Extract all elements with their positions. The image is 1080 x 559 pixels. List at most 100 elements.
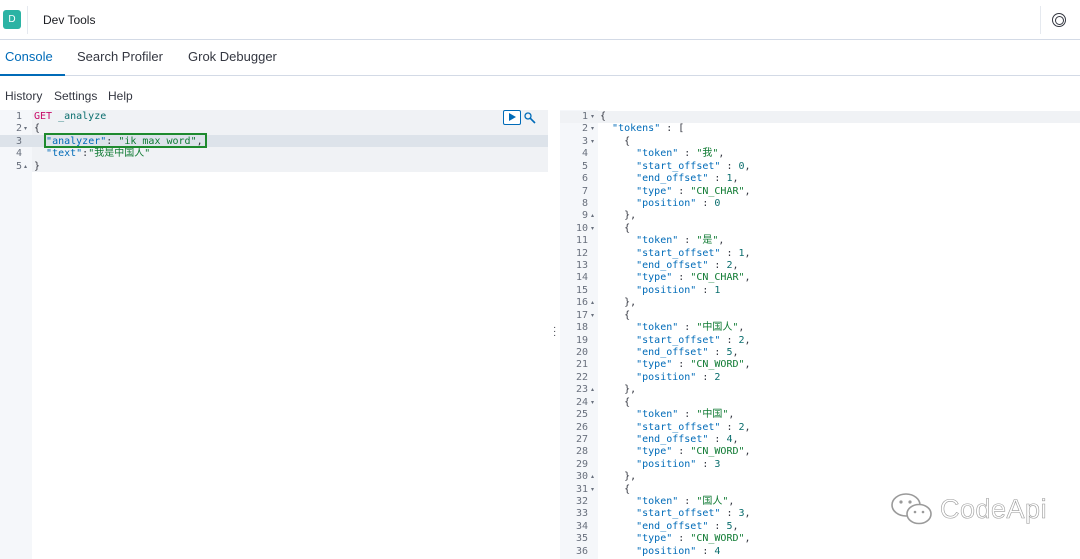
line-number: 11: [575, 235, 588, 247]
line-number: 1: [581, 111, 588, 122]
line-number: 25: [575, 409, 588, 421]
line-number: 15: [575, 284, 588, 296]
code-line[interactable]: "start_offset" : 2,: [600, 335, 750, 347]
code-line[interactable]: "token" : "国人",: [600, 496, 734, 508]
code-line[interactable]: "position" : 3: [600, 459, 720, 471]
app-avatar[interactable]: D: [3, 10, 21, 29]
fold-collapse-icon[interactable]: ▾: [591, 397, 594, 409]
code-line[interactable]: "end_offset" : 5,: [600, 347, 738, 359]
code-line[interactable]: "end_offset" : 5,: [600, 521, 738, 533]
code-line[interactable]: "end_offset" : 4,: [600, 434, 738, 446]
tab-search-profiler[interactable]: Search Profiler: [77, 49, 163, 64]
fold-collapse-icon[interactable]: ▾: [24, 123, 27, 135]
code-line[interactable]: "type" : "CN_WORD",: [600, 446, 750, 458]
fold-collapse-icon[interactable]: ▾: [591, 111, 594, 123]
settings-link[interactable]: Settings: [54, 89, 97, 103]
code-line[interactable]: "start_offset" : 1,: [600, 248, 750, 260]
watermark: CodeApi: [890, 492, 1047, 526]
fold-collapse-icon[interactable]: ▾: [591, 223, 594, 235]
fold-expand-icon[interactable]: ▴: [591, 297, 594, 309]
code-line[interactable]: "start_offset" : 2,: [600, 422, 750, 434]
line-number: 16: [575, 297, 588, 309]
line-number: 6: [581, 173, 588, 185]
annotation-highlight-box: [44, 133, 207, 148]
code-line[interactable]: "type" : "CN_CHAR",: [600, 272, 750, 284]
code-line[interactable]: GET _analyze: [34, 111, 106, 123]
code-line[interactable]: {: [600, 223, 630, 235]
code-line[interactable]: },: [600, 471, 636, 483]
code-line[interactable]: "end_offset" : 1,: [600, 173, 738, 185]
line-number: 28: [575, 446, 588, 458]
line-number: 1: [15, 111, 22, 122]
line-number: 23: [575, 384, 588, 396]
fold-expand-icon[interactable]: ▴: [24, 161, 27, 173]
fold-expand-icon[interactable]: ▴: [591, 384, 594, 396]
history-link[interactable]: History: [5, 89, 42, 103]
wrench-icon[interactable]: [523, 111, 537, 125]
code-line[interactable]: "position" : 0: [600, 198, 720, 210]
line-number: 21: [575, 359, 588, 371]
line-number: 12: [575, 247, 588, 259]
line-number: 8: [581, 197, 588, 209]
code-line[interactable]: {: [600, 136, 630, 148]
code-line[interactable]: "token" : "是",: [600, 235, 724, 247]
line-number: 4: [581, 148, 588, 160]
line-number: 7: [581, 185, 588, 197]
page-title: Dev Tools: [43, 13, 96, 27]
help-link[interactable]: Help: [108, 89, 133, 103]
fold-collapse-icon[interactable]: ▾: [591, 136, 594, 148]
tab-console[interactable]: Console: [5, 49, 53, 64]
code-line[interactable]: },: [600, 384, 636, 396]
code-line[interactable]: "start_offset" : 3,: [600, 508, 750, 520]
code-line[interactable]: "token" : "我",: [600, 148, 724, 160]
code-line[interactable]: "position" : 2: [600, 372, 720, 384]
code-line[interactable]: "token" : "中国人",: [600, 322, 744, 334]
code-line[interactable]: "type" : "CN_WORD",: [600, 533, 750, 545]
tab-grok-debugger[interactable]: Grok Debugger: [188, 49, 277, 64]
code-line[interactable]: },: [600, 297, 636, 309]
line-number: 9: [581, 210, 588, 222]
code-line[interactable]: "token" : "中国",: [600, 409, 734, 421]
line-number: 4: [15, 148, 22, 160]
wechat-icon: [890, 492, 934, 526]
line-number: 32: [575, 496, 588, 508]
code-line[interactable]: {: [600, 397, 630, 409]
code-line[interactable]: {: [600, 484, 630, 496]
divider: [27, 6, 28, 34]
line-number: 24: [575, 396, 588, 408]
code-line[interactable]: "type" : "CN_CHAR",: [600, 186, 750, 198]
tab-bar: Console Search Profiler Grok Debugger: [0, 40, 1080, 76]
line-number: 35: [575, 533, 588, 545]
line-number: 5: [581, 160, 588, 172]
line-number: 17: [575, 309, 588, 321]
code-line[interactable]: },: [600, 210, 636, 222]
code-line[interactable]: {: [600, 111, 606, 123]
code-line[interactable]: {: [34, 123, 40, 135]
line-number: 30: [575, 471, 588, 483]
line-number: 29: [575, 458, 588, 470]
code-line[interactable]: "start_offset" : 0,: [600, 161, 750, 173]
code-line[interactable]: "position" : 4: [600, 546, 720, 558]
line-number: 3: [581, 135, 588, 147]
code-line[interactable]: "type" : "CN_WORD",: [600, 359, 750, 371]
fold-collapse-icon[interactable]: ▾: [591, 484, 594, 496]
code-line[interactable]: "text":"我是中国人": [34, 148, 150, 160]
line-number: 19: [575, 334, 588, 346]
line-number: 27: [575, 433, 588, 445]
code-line[interactable]: "end_offset" : 2,: [600, 260, 738, 272]
top-bar: D Dev Tools: [0, 0, 1080, 40]
fold-collapse-icon[interactable]: ▾: [591, 310, 594, 322]
code-line[interactable]: "tokens" : [: [600, 123, 684, 135]
help-icon[interactable]: [1052, 13, 1066, 27]
line-number: 18: [575, 322, 588, 334]
request-editor[interactable]: 1 GET _analyze 2 ▾{3 "analyzer": "ik_max_wo…: [0, 110, 548, 559]
fold-expand-icon[interactable]: ▴: [591, 210, 594, 222]
code-line[interactable]: {: [600, 310, 630, 322]
send-request-button[interactable]: [503, 110, 521, 125]
fold-collapse-icon[interactable]: ▾: [591, 123, 594, 135]
editor-gutter: [0, 110, 32, 559]
drag-handle-icon[interactable]: · · ·: [553, 323, 556, 341]
code-line[interactable]: }: [34, 161, 40, 173]
code-line[interactable]: "position" : 1: [600, 285, 720, 297]
fold-expand-icon[interactable]: ▴: [591, 471, 594, 483]
